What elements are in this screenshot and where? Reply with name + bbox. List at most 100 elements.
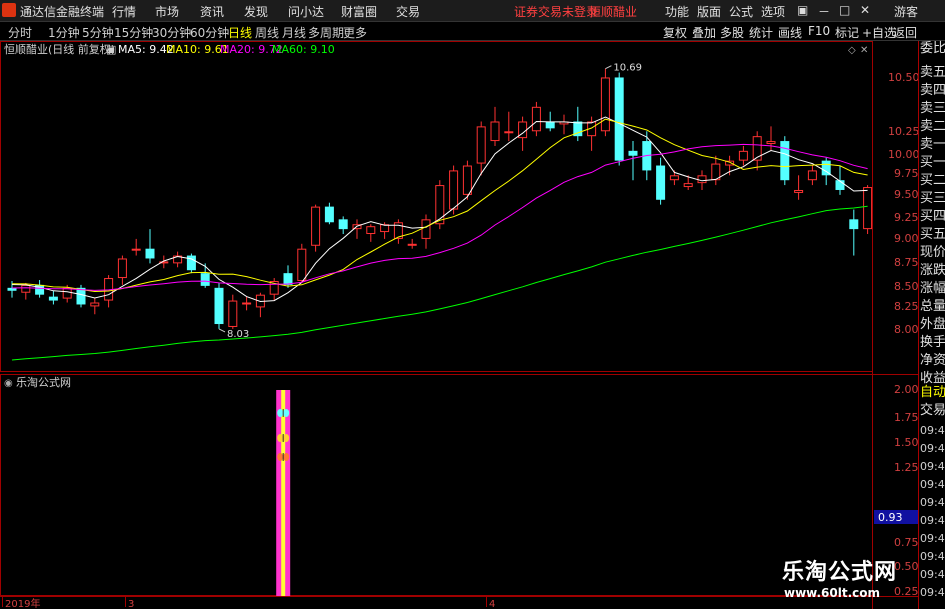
close-icon[interactable]: ✕ <box>860 3 870 17</box>
candle <box>614 72 624 166</box>
candle-body-up <box>697 175 707 184</box>
back-button[interactable]: 返回 <box>893 24 917 41</box>
candle-body-up <box>297 248 307 281</box>
info-item-sell2: 卖二 <box>920 119 945 134</box>
candle-body-down <box>545 121 555 129</box>
sub-collapse-icon[interactable]: ◉ <box>4 378 13 389</box>
menu-trade[interactable]: 交易 <box>396 3 420 20</box>
auto-label[interactable]: 自动 <box>920 385 945 401</box>
candle-body-down <box>324 206 334 223</box>
menu-formula[interactable]: 公式 <box>729 3 753 20</box>
candle-body-up <box>669 175 679 181</box>
period-1min[interactable]: 1分钟 <box>48 24 80 41</box>
info-item-outer: 外盘 <box>920 317 945 332</box>
period-daily[interactable]: 日线 <box>228 24 252 41</box>
candle-body-up <box>407 243 417 246</box>
candle-body-up <box>683 183 693 188</box>
period-5min[interactable]: 5分钟 <box>82 24 114 41</box>
period-60min[interactable]: 60分钟 <box>190 24 229 41</box>
period-30min[interactable]: 30分钟 <box>152 24 191 41</box>
candle-body-up <box>504 131 514 134</box>
overlay-button[interactable]: 叠加 <box>692 24 716 41</box>
menu-discover[interactable]: 发现 <box>244 3 268 20</box>
price-tick: 9.25 <box>894 211 918 224</box>
menu-market[interactable]: 市场 <box>155 3 179 20</box>
price-tick: 10.25 <box>888 125 918 138</box>
statistics-button[interactable]: 统计 <box>749 24 773 41</box>
multi-stock-button[interactable]: 多股 <box>720 24 744 41</box>
candle-body-up <box>490 121 500 142</box>
candle-body-up <box>752 136 762 161</box>
candle-body-up <box>90 302 100 307</box>
sub-tick: 2.00 <box>894 383 918 396</box>
candle-body-down <box>186 255 196 271</box>
maximize-icon[interactable]: □ <box>839 3 850 17</box>
add-watchlist-button[interactable]: +自选 <box>862 24 896 41</box>
candle <box>214 282 224 329</box>
info-item-buy1: 买一 <box>920 155 945 170</box>
menu-function[interactable]: 功能 <box>665 3 689 20</box>
period-timeshare[interactable]: 分时 <box>8 24 32 41</box>
period-15min[interactable]: 15分钟 <box>114 24 153 41</box>
f10-button[interactable]: F10 <box>808 24 830 38</box>
period-more[interactable]: 更多 <box>343 24 367 41</box>
candle-body-down <box>338 219 348 230</box>
candle-body-up <box>435 185 445 225</box>
info-item-price: 现价 <box>920 245 945 260</box>
info-item-change: 涨跌 <box>920 263 945 278</box>
trade-label[interactable]: 交易 <box>920 403 945 419</box>
period-monthly[interactable]: 月线 <box>282 24 306 41</box>
butterfly-icon-orange <box>277 434 290 442</box>
candle-body-up <box>242 302 252 305</box>
period-toolbar: 分时 1分钟 5分钟 15分钟 30分钟 60分钟 日线 周线 月线 多周期 更… <box>0 22 945 41</box>
xaxis-label-month: 3 <box>128 599 134 609</box>
restore-rights-button[interactable]: 复权 <box>663 24 687 41</box>
butterfly-icon-red <box>277 453 290 461</box>
candle-body-up <box>531 106 541 132</box>
price-tick: 8.25 <box>894 300 918 313</box>
menu-news[interactable]: 资讯 <box>200 3 224 20</box>
ma-toggle-icon[interactable]: ▣ <box>106 43 116 56</box>
candle <box>600 68 610 137</box>
price-tick: 9.00 <box>894 232 918 245</box>
guest-label[interactable]: 游客 <box>894 3 918 20</box>
butterfly-icon-cyan <box>277 409 290 417</box>
trade-time: 09:48 <box>920 496 945 509</box>
candle-body-up <box>117 258 127 279</box>
panel-option-icon[interactable]: ◇ <box>848 45 856 56</box>
candle-body-up <box>62 287 72 299</box>
menu-options[interactable]: 选项 <box>761 3 785 20</box>
kline-chart[interactable]: 恒顺醋业(日线 前复权) ▣ MA5: 9.42 MA10: 9.61 MA20… <box>0 41 918 609</box>
app-title: 通达信金融终端 <box>20 5 105 19</box>
candle-body-down <box>656 165 666 200</box>
sub-tick: 1.50 <box>894 436 918 449</box>
price-tick: 8.00 <box>894 323 918 336</box>
menu-layout[interactable]: 版面 <box>697 3 721 20</box>
candle-body-down <box>200 273 210 286</box>
draw-line-button[interactable]: 画线 <box>778 24 802 41</box>
candle-body-down <box>780 141 790 181</box>
panel-close-icon[interactable]: ✕ <box>860 45 868 56</box>
candle-body-up <box>380 224 390 233</box>
info-item-sell4: 卖四 <box>920 83 945 98</box>
price-tick: 10.50 <box>888 71 918 84</box>
info-item-buy5: 买五 <box>920 227 945 242</box>
candle-body-down <box>48 296 58 301</box>
skin-icon[interactable]: ▣ <box>797 3 808 17</box>
login-alert[interactable]: 证券交易未登录 <box>514 3 598 20</box>
candle-body-down <box>214 287 224 325</box>
watermark-url: www.60lt.com <box>784 586 881 600</box>
candle <box>311 204 321 252</box>
menu-quotes[interactable]: 行情 <box>112 3 136 20</box>
candle-body-up <box>766 141 776 144</box>
candle-body-up <box>600 77 610 132</box>
minimize-icon[interactable]: － <box>818 3 830 20</box>
period-multi[interactable]: 多周期 <box>308 24 344 41</box>
period-weekly[interactable]: 周线 <box>255 24 279 41</box>
mark-button[interactable]: 标记 <box>835 24 859 41</box>
candle-body-down <box>628 150 638 156</box>
signal-bar-center <box>281 390 286 596</box>
menu-wealth[interactable]: 财富圈 <box>341 3 377 20</box>
main-panel-title: 恒顺醋业(日线 前复权) <box>4 42 115 56</box>
menu-xiaoda[interactable]: 问小达 <box>288 3 324 20</box>
